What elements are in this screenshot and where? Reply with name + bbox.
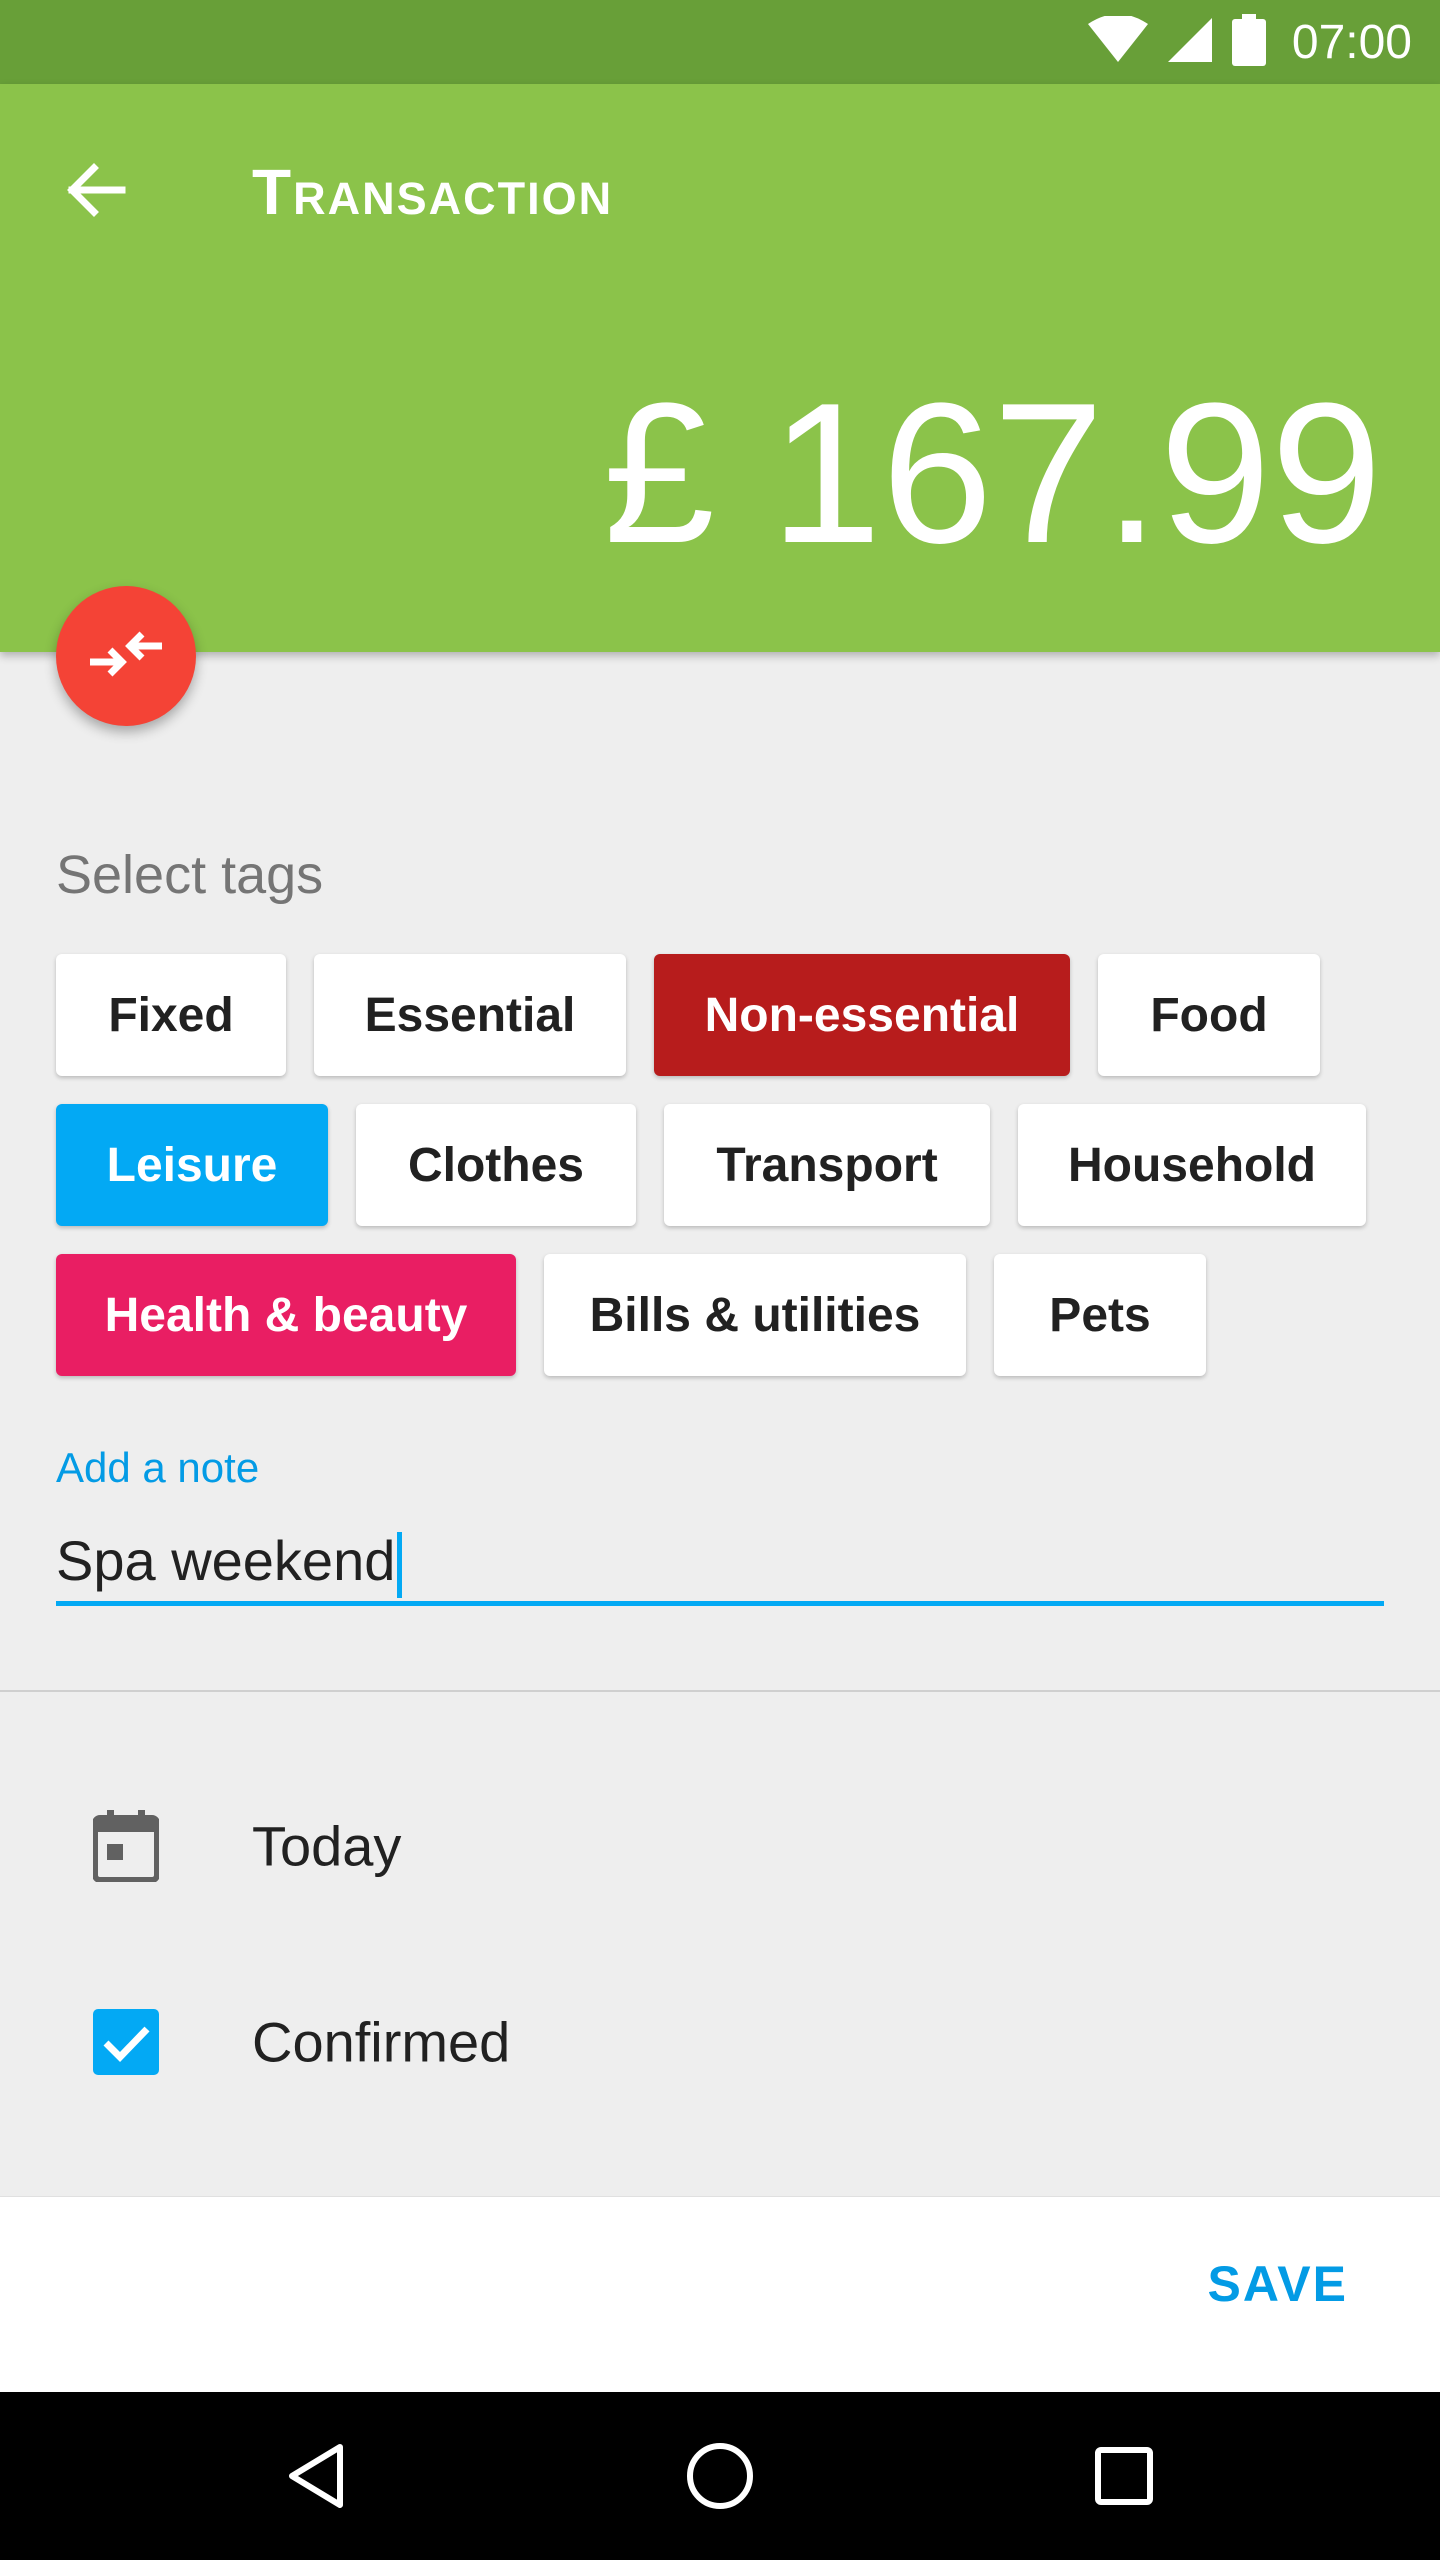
back-triangle-icon[interactable]	[266, 2426, 366, 2526]
system-nav-bar	[0, 2392, 1440, 2560]
wifi-icon	[1087, 13, 1148, 69]
arrow-back-icon	[64, 158, 128, 227]
tag-essential[interactable]: Essential	[314, 954, 626, 1076]
note-input-value: Spa weekend	[56, 1529, 396, 1592]
confirmed-row[interactable]: Confirmed	[0, 1952, 1440, 2132]
app-bar: Transaction £ 167.99	[0, 84, 1440, 652]
note-label: Add a note	[56, 1444, 260, 1491]
signal-icon	[1166, 16, 1214, 69]
tag-household[interactable]: Household	[1018, 1104, 1366, 1226]
tag-pets[interactable]: Pets	[994, 1254, 1206, 1376]
tag-leisure[interactable]: Leisure	[56, 1104, 328, 1226]
text-caret	[397, 1532, 403, 1599]
battery-icon	[1231, 13, 1266, 71]
date-row[interactable]: Today	[0, 1756, 1440, 1936]
page-title: Transaction	[252, 156, 614, 228]
select-tags-label: Select tags	[56, 845, 324, 905]
confirmed-label: Confirmed	[252, 2010, 511, 2074]
tag-clothes[interactable]: Clothes	[356, 1104, 636, 1226]
status-bar: 07:00	[0, 0, 1440, 84]
checkbox-checked-icon[interactable]	[86, 2002, 166, 2082]
note-input[interactable]: Spa weekend	[56, 1516, 1384, 1606]
tag-fixed[interactable]: Fixed	[56, 954, 286, 1076]
date-label: Today	[252, 1814, 402, 1878]
tag-bills-utilities[interactable]: Bills & utilities	[544, 1254, 966, 1376]
tag-transport[interactable]: Transport	[664, 1104, 990, 1226]
status-icons: 07:00	[1087, 0, 1412, 84]
transfer-arrows-icon	[88, 628, 164, 685]
section-divider	[0, 1690, 1440, 1692]
transfer-fab-button[interactable]	[56, 586, 196, 726]
recents-square-icon[interactable]	[1074, 2426, 1174, 2526]
calendar-icon	[86, 1806, 166, 1886]
tag-non-essential[interactable]: Non-essential	[654, 954, 1070, 1076]
action-panel: SAVE	[0, 2196, 1440, 2393]
tag-food[interactable]: Food	[1098, 954, 1320, 1076]
tag-health-beauty[interactable]: Health & beauty	[56, 1254, 516, 1376]
transaction-amount[interactable]: £ 167.99	[603, 374, 1382, 574]
back-button[interactable]	[48, 144, 144, 240]
home-circle-icon[interactable]	[670, 2426, 770, 2526]
save-button[interactable]: SAVE	[1208, 2255, 1348, 2313]
status-time: 07:00	[1291, 15, 1412, 69]
